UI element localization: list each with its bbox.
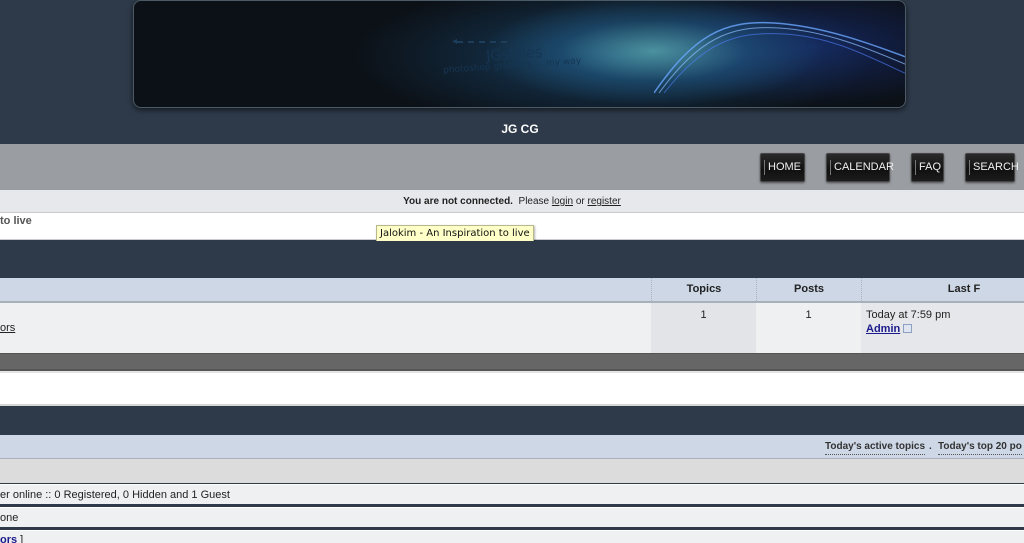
forum-table-header: Topics Posts Last F <box>0 278 1024 303</box>
legend-link[interactable]: ors <box>0 534 17 543</box>
column-header-topics: Topics <box>651 278 756 301</box>
banner-swoosh-graphic <box>654 21 905 94</box>
forum-posts-count: 1 <box>805 309 812 321</box>
connection-status-text: You are not connected. <box>403 196 513 207</box>
nav-calendar-button[interactable]: CALENDAR <box>826 153 894 182</box>
tooltip: Jalokim - An Inspiration to live <box>376 225 534 242</box>
connection-or-text: or <box>575 196 585 207</box>
logo-dash-line <box>457 41 507 43</box>
site-header: ◂ JGstyles photoshop graphics ... my way… <box>0 0 1024 144</box>
forum-topics-count: 1 <box>651 303 756 353</box>
legend-suffix: ] <box>17 534 24 543</box>
main-navbar: HOME CALENDAR FAQ SEARCH <box>0 144 1024 190</box>
todays-active-topics-link[interactable]: Today's active topics <box>825 440 926 455</box>
todays-top-posters-link[interactable]: Today's top 20 po <box>938 440 1022 455</box>
forum-name-link[interactable]: ors <box>0 322 15 334</box>
category-footer <box>0 353 1024 371</box>
nav-faq-button[interactable]: FAQ <box>911 153 944 182</box>
column-header-posts: Posts <box>756 278 861 301</box>
blank-panel <box>0 371 1024 406</box>
who-is-online-header <box>0 406 1024 435</box>
online-section-bar <box>0 459 1024 483</box>
forum-last-post: Today at 7:59 pm Admin <box>861 303 1024 353</box>
site-banner[interactable]: ◂ JGstyles photoshop graphics ... my way <box>133 0 906 108</box>
legend-row: ors ] <box>0 530 1024 543</box>
nav-home-button[interactable]: HOME <box>760 153 805 182</box>
last-post-user-link[interactable]: Admin <box>866 323 900 335</box>
site-description: to live <box>0 215 32 227</box>
last-post-time: Today at 7:59 pm <box>866 309 951 321</box>
login-link[interactable]: login <box>552 196 573 207</box>
forum-row: ors 1 1 Today at 7:59 pm Admin <box>0 303 1024 353</box>
stats-links-bar: Today's active topics . Today's top 20 p… <box>0 435 1024 459</box>
register-link[interactable]: register <box>588 196 621 207</box>
users-online-text: er online :: 0 Registered, 0 Hidden and … <box>0 489 230 501</box>
links-separator: . <box>929 441 932 452</box>
nav-search-button[interactable]: SEARCH <box>965 153 1019 182</box>
registered-users-row: one <box>0 507 1024 527</box>
site-title: JG CG <box>501 122 539 136</box>
users-online-row: er online :: 0 Registered, 0 Hidden and … <box>0 484 1024 504</box>
connection-status-bar: You are not connected. Please login or r… <box>0 190 1024 213</box>
registered-users-text: one <box>0 512 19 524</box>
category-header <box>0 241 1024 278</box>
column-header-last-post: Last F <box>861 278 1024 301</box>
connection-prompt-text: Please <box>518 196 550 207</box>
view-latest-post-icon[interactable] <box>903 324 913 333</box>
